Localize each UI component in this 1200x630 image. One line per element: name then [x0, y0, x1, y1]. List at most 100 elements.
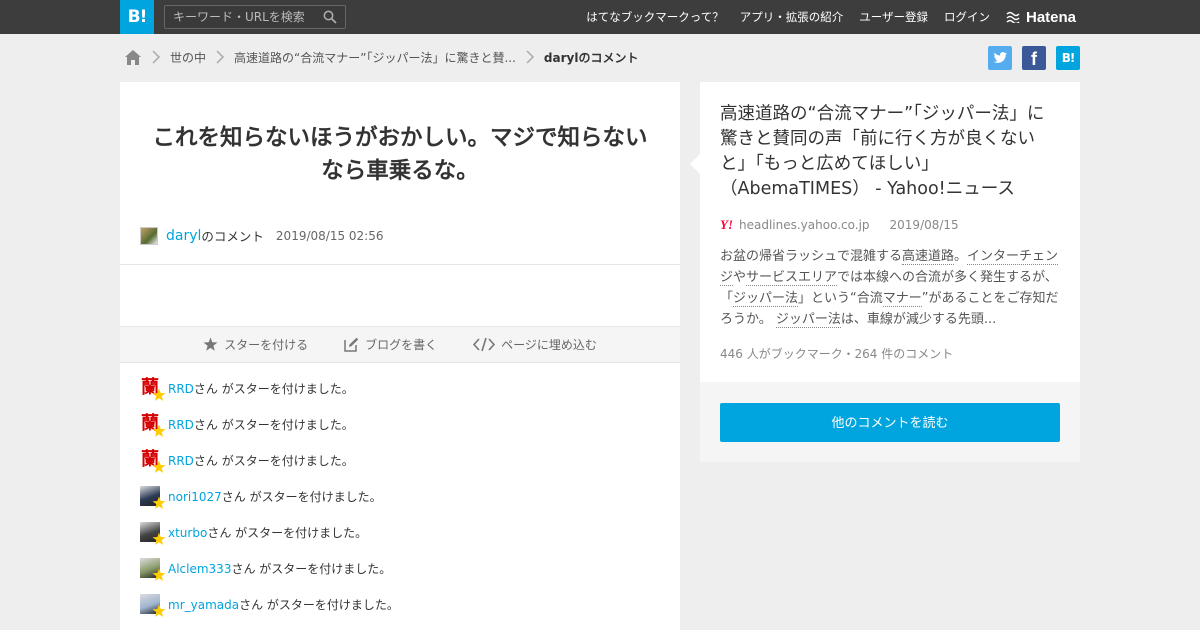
keyword-link[interactable]: ジッパー法 [733, 291, 799, 307]
add-star-label: スターを付ける [224, 338, 309, 352]
star-list-item: Alclem333さん がスターを付けました。 [140, 558, 660, 594]
star-icon [203, 337, 218, 351]
write-blog-button[interactable]: ブログを書く [344, 336, 437, 353]
hatena-mark-icon [1006, 11, 1020, 23]
star-text: RRDさん がスターを付けました。 [168, 416, 354, 433]
star-list: 蘭 RRDさん がスターを付けました。蘭 RRDさん がスターを付けました。蘭 RRD… [140, 378, 660, 630]
star-list-item: 蘭 RRDさん がスターを付けました。 [140, 378, 660, 414]
star-username[interactable]: Alclem333 [168, 562, 231, 576]
embed-label: ページに埋め込む [501, 338, 597, 352]
read-more-panel: 他のコメントを読む [700, 382, 1080, 462]
entry-description: お盆の帰省ラッシュで混雑する高速道路。インターチェンジやサービスエリアでは本線へ… [720, 246, 1060, 330]
star-list-item: 蘭 RRDさん がスターを付けました。 [140, 414, 660, 450]
yahoo-favicon-icon: Y! [720, 217, 733, 232]
star-suffix: さん がスターを付けました。 [239, 598, 399, 612]
star-suffix: さん がスターを付けました。 [231, 562, 392, 576]
star-icon [152, 388, 166, 401]
star-text: RRDさん がスターを付けました。 [168, 380, 354, 397]
facebook-share-button[interactable]: f [1022, 46, 1046, 70]
star-username[interactable]: RRD [168, 454, 194, 468]
star-icon [152, 496, 166, 509]
nav-login[interactable]: ログイン [944, 9, 990, 25]
avatar[interactable] [140, 558, 166, 581]
keyword-link[interactable]: 高速道路 [902, 249, 955, 265]
comment-date[interactable]: 2019/08/15 02:56 [276, 229, 384, 243]
entry-date: 2019/08/15 [889, 218, 959, 232]
description-text: 」という“合流 [798, 291, 883, 306]
nav-apps[interactable]: アプリ・拡張の紹介 [740, 9, 844, 25]
star-username[interactable]: nori1027 [168, 490, 222, 504]
bookmark-counts: 446 人がブックマーク・264 件のコメント [720, 347, 954, 361]
avatar[interactable]: 蘭 [140, 378, 166, 401]
description-text: は、車線が減少する先頭... [840, 312, 997, 327]
keyword-link[interactable]: サービスエリア [746, 270, 838, 286]
chevron-right-icon [526, 50, 534, 64]
star-icon [152, 424, 166, 437]
star-username[interactable]: mr_yamada [168, 598, 239, 612]
description-text: や [733, 270, 747, 285]
star-username[interactable]: RRD [168, 382, 194, 396]
star-username[interactable]: xturbo [168, 526, 207, 540]
twitter-share-button[interactable] [988, 46, 1012, 70]
search-input[interactable] [165, 6, 321, 28]
read-other-comments-button[interactable]: 他のコメントを読む [720, 403, 1060, 442]
avatar[interactable] [140, 226, 158, 245]
star-username[interactable]: RRD [168, 418, 194, 432]
star-list-item: xturboさん がスターを付けました。 [140, 522, 660, 558]
entry-panel: 高速道路の“合流マナー”「ジッパー法」に驚きと賛同の声「前に行く方が良くないと」… [690, 82, 1080, 382]
edit-icon [344, 337, 359, 352]
hatena-brand[interactable]: Hatena [1006, 7, 1076, 27]
star-suffix: さん がスターを付けました。 [193, 418, 354, 432]
star-icon [152, 532, 166, 545]
comment-card: これを知らないほうがおかしい。マジで知らないなら車乗るな。 daryl のコメン… [120, 82, 680, 630]
star-suffix: さん がスターを付けました。 [207, 526, 368, 540]
avatar[interactable] [140, 594, 166, 617]
avatar[interactable]: 蘭 [140, 414, 166, 437]
search-box [164, 5, 346, 29]
star-list-item: nori1027さん がスターを付けました。 [140, 486, 660, 522]
star-text: RRDさん がスターを付けました。 [168, 452, 354, 469]
entry-title[interactable]: 高速道路の“合流マナー”「ジッパー法」に驚きと賛同の声「前に行く方が良くないと」… [720, 102, 1060, 202]
chevron-right-icon [152, 50, 161, 64]
avatar[interactable]: 蘭 [140, 450, 166, 473]
star-text: mr_yamadaさん がスターを付けました。 [168, 596, 399, 613]
star-suffix: さん がスターを付けました。 [193, 382, 354, 396]
top-nav: はてなブックマークって？ アプリ・拡張の紹介 ユーザー登録 ログイン [570, 0, 990, 34]
code-icon [473, 337, 496, 352]
home-icon[interactable] [124, 49, 142, 66]
star-icon [152, 568, 166, 581]
description-text: 。 [954, 249, 968, 264]
hatena-bookmark-share-button[interactable]: B! [1056, 46, 1080, 70]
star-text: nori1027さん がスターを付けました。 [168, 488, 382, 505]
breadcrumb-entry[interactable]: 高速道路の“合流マナー”「ジッパー法」に驚きと賛... [234, 49, 516, 66]
search-icon[interactable] [323, 10, 337, 24]
hatena-brand-label: Hatena [1026, 8, 1077, 26]
entry-domain[interactable]: headlines.yahoo.co.jp [739, 218, 870, 232]
comment-meta: daryl のコメント 2019/08/15 02:56 [140, 226, 383, 245]
nav-register[interactable]: ユーザー登録 [859, 9, 928, 25]
keyword-link[interactable]: マナー [882, 291, 922, 307]
divider [120, 264, 680, 265]
comment-username[interactable]: daryl [166, 228, 201, 244]
write-blog-label: ブログを書く [365, 338, 438, 352]
star-suffix: さん がスターを付けました。 [221, 490, 382, 504]
avatar[interactable] [140, 522, 166, 545]
chevron-right-icon [216, 50, 225, 64]
star-text: xturboさん がスターを付けました。 [168, 524, 367, 541]
nav-about[interactable]: はてなブックマークって？ [586, 9, 723, 25]
star-list-item: mr_yamadaさん がスターを付けました。 [140, 594, 660, 630]
breadcrumb-category[interactable]: 世の中 [170, 49, 206, 66]
action-bar: スターを付ける ブログを書く ページに埋め込む [120, 326, 680, 363]
breadcrumb: 世の中 高速道路の“合流マナー”「ジッパー法」に驚きと賛... darylのコメ… [124, 46, 638, 68]
embed-button[interactable]: ページに埋め込む [473, 336, 597, 353]
top-bar: B! はてなブックマークって？ アプリ・拡張の紹介 ユーザー登録 ログイン Ha… [0, 0, 1200, 34]
comment-text: これを知らないほうがおかしい。マジで知らないなら車乗るな。 [152, 125, 648, 184]
entry-source: Y! headlines.yahoo.co.jp 2019/08/15 [720, 217, 959, 233]
avatar[interactable] [140, 486, 166, 509]
keyword-link[interactable]: ジッパー法 [775, 312, 841, 328]
hatena-bookmark-logo[interactable]: B! [120, 0, 154, 34]
add-star-button[interactable]: スターを付ける [203, 336, 308, 353]
comment-username-suffix: のコメント [201, 229, 264, 244]
star-icon [152, 460, 166, 473]
twitter-bird-icon [993, 52, 1007, 63]
